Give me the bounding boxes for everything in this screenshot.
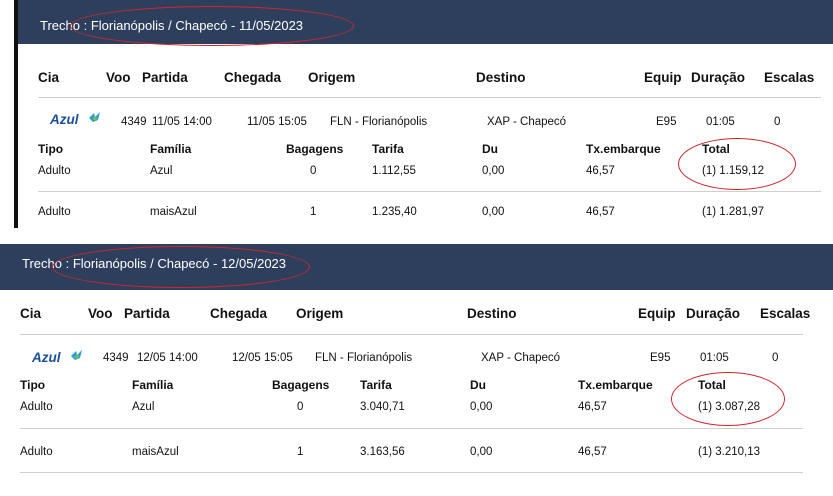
fare-tarifa: 1.235,40 xyxy=(372,206,417,218)
stops: 0 xyxy=(774,116,781,128)
fare-tipo: Adulto xyxy=(20,401,53,413)
fare-col-du: Du xyxy=(482,142,498,156)
fare-tarifa: 1.112,55 xyxy=(372,165,416,177)
stops: 0 xyxy=(772,352,779,364)
fare-tarifa: 3.163,56 xyxy=(360,446,405,458)
fare-bagagens: 0 xyxy=(297,401,304,413)
arrival-time: 11/05 15:05 xyxy=(247,116,307,128)
section-header: Trecho : Florianópolis / Chapecó - 11/05… xyxy=(18,0,833,44)
fare-bagagens: 1 xyxy=(310,206,317,218)
fare-total: (1) 1.159,12 xyxy=(702,165,765,177)
fare-tipo: Adulto xyxy=(38,165,71,177)
col-chegada: Chegada xyxy=(210,306,268,321)
divider xyxy=(20,472,803,473)
fare-total: (1) 3.087,28 xyxy=(698,401,761,413)
fare-tx: 46,57 xyxy=(586,165,615,177)
col-origem: Origem xyxy=(308,70,356,85)
col-cia: Cia xyxy=(20,306,42,321)
departure-time: 12/05 14:00 xyxy=(137,352,198,364)
divider xyxy=(38,97,821,98)
fare-tipo: Adulto xyxy=(20,446,53,458)
fare-familia: Azul xyxy=(150,165,173,177)
divider xyxy=(38,191,821,192)
col-cia: Cia xyxy=(38,70,60,85)
col-duracao: Duração xyxy=(691,70,746,85)
airline-name: Azul xyxy=(50,112,79,127)
col-partida: Partida xyxy=(142,70,188,85)
fare-col-bagagens: Bagagens xyxy=(272,378,330,392)
fare-tarifa: 3.040,71 xyxy=(360,401,405,413)
fare-tipo: Adulto xyxy=(38,206,71,218)
fare-familia: maisAzul xyxy=(132,446,179,458)
col-equip: Equip xyxy=(638,306,676,321)
fare-col-bagagens: Bagagens xyxy=(286,142,344,156)
equipment: E95 xyxy=(656,116,677,128)
col-equip: Equip xyxy=(644,70,682,85)
fare-col-tipo: Tipo xyxy=(20,378,46,392)
origin: FLN - Florianópolis xyxy=(315,352,413,364)
origin: FLN - Florianópolis xyxy=(330,116,428,128)
airline-logo: Azul xyxy=(32,350,82,365)
equipment: E95 xyxy=(650,352,671,364)
fare-tx: 46,57 xyxy=(586,206,615,218)
col-chegada: Chegada xyxy=(224,70,282,85)
fare-du: 0,00 xyxy=(482,206,505,218)
fare-bagagens: 0 xyxy=(310,165,317,177)
arrival-time: 12/05 15:05 xyxy=(232,352,293,364)
fare-bagagens: 1 xyxy=(297,446,304,458)
fare-col-tipo: Tipo xyxy=(38,142,64,156)
flight-number: 4349 xyxy=(103,352,129,364)
flight-number: 4349 xyxy=(121,116,147,128)
fare-col-tx: Tx.embarque xyxy=(586,142,661,156)
fare-tx: 46,57 xyxy=(578,446,607,458)
col-origem: Origem xyxy=(296,306,344,321)
col-voo: Voo xyxy=(106,70,131,85)
duration: 01:05 xyxy=(706,116,735,128)
fare-col-tx: Tx.embarque xyxy=(578,378,653,392)
airline-logo: Azul xyxy=(50,112,100,127)
destination: XAP - Chapecó xyxy=(481,352,561,364)
col-duracao: Duração xyxy=(686,306,741,321)
fare-tx: 46,57 xyxy=(578,401,607,413)
fare-col-tarifa: Tarifa xyxy=(372,142,404,156)
fare-col-familia: Família xyxy=(132,378,174,392)
azul-bird-icon xyxy=(89,112,100,122)
destination: XAP - Chapecó xyxy=(487,116,567,128)
airline-name: Azul xyxy=(32,350,61,365)
fare-col-tarifa: Tarifa xyxy=(360,378,392,392)
fare-col-total: Total xyxy=(702,142,730,156)
fare-col-du: Du xyxy=(470,378,486,392)
fare-col-familia: Família xyxy=(150,142,192,156)
departure-time: 11/05 14:00 xyxy=(152,116,212,128)
section-title: Trecho : Florianópolis / Chapecó - 12/05… xyxy=(22,256,287,271)
fare-total: (1) 3.210,13 xyxy=(698,446,761,458)
fare-familia: Azul xyxy=(132,401,155,413)
col-destino: Destino xyxy=(476,70,526,85)
section-title: Trecho : Florianópolis / Chapecó - 11/05… xyxy=(40,18,304,33)
fare-total: (1) 1.281,97 xyxy=(702,206,765,218)
divider xyxy=(20,428,803,429)
divider xyxy=(20,334,803,335)
section-header: Trecho : Florianópolis / Chapecó - 12/05… xyxy=(0,244,833,290)
annotation-circle xyxy=(671,372,785,426)
col-destino: Destino xyxy=(467,306,517,321)
fare-du: 0,00 xyxy=(470,401,493,413)
flight-section-2: Trecho : Florianópolis / Chapecó - 12/05… xyxy=(0,244,833,496)
flight-section-1: Trecho : Florianópolis / Chapecó - 11/05… xyxy=(14,0,833,228)
col-partida: Partida xyxy=(124,306,170,321)
azul-bird-icon xyxy=(71,350,82,360)
col-escalas: Escalas xyxy=(760,306,811,321)
fare-col-total: Total xyxy=(698,378,726,392)
fare-familia: maisAzul xyxy=(150,206,197,218)
duration: 01:05 xyxy=(700,352,729,364)
col-escalas: Escalas xyxy=(764,70,815,85)
fare-du: 0,00 xyxy=(482,165,505,177)
col-voo: Voo xyxy=(88,306,113,321)
fare-du: 0,00 xyxy=(470,446,493,458)
annotation-circle xyxy=(678,138,796,190)
